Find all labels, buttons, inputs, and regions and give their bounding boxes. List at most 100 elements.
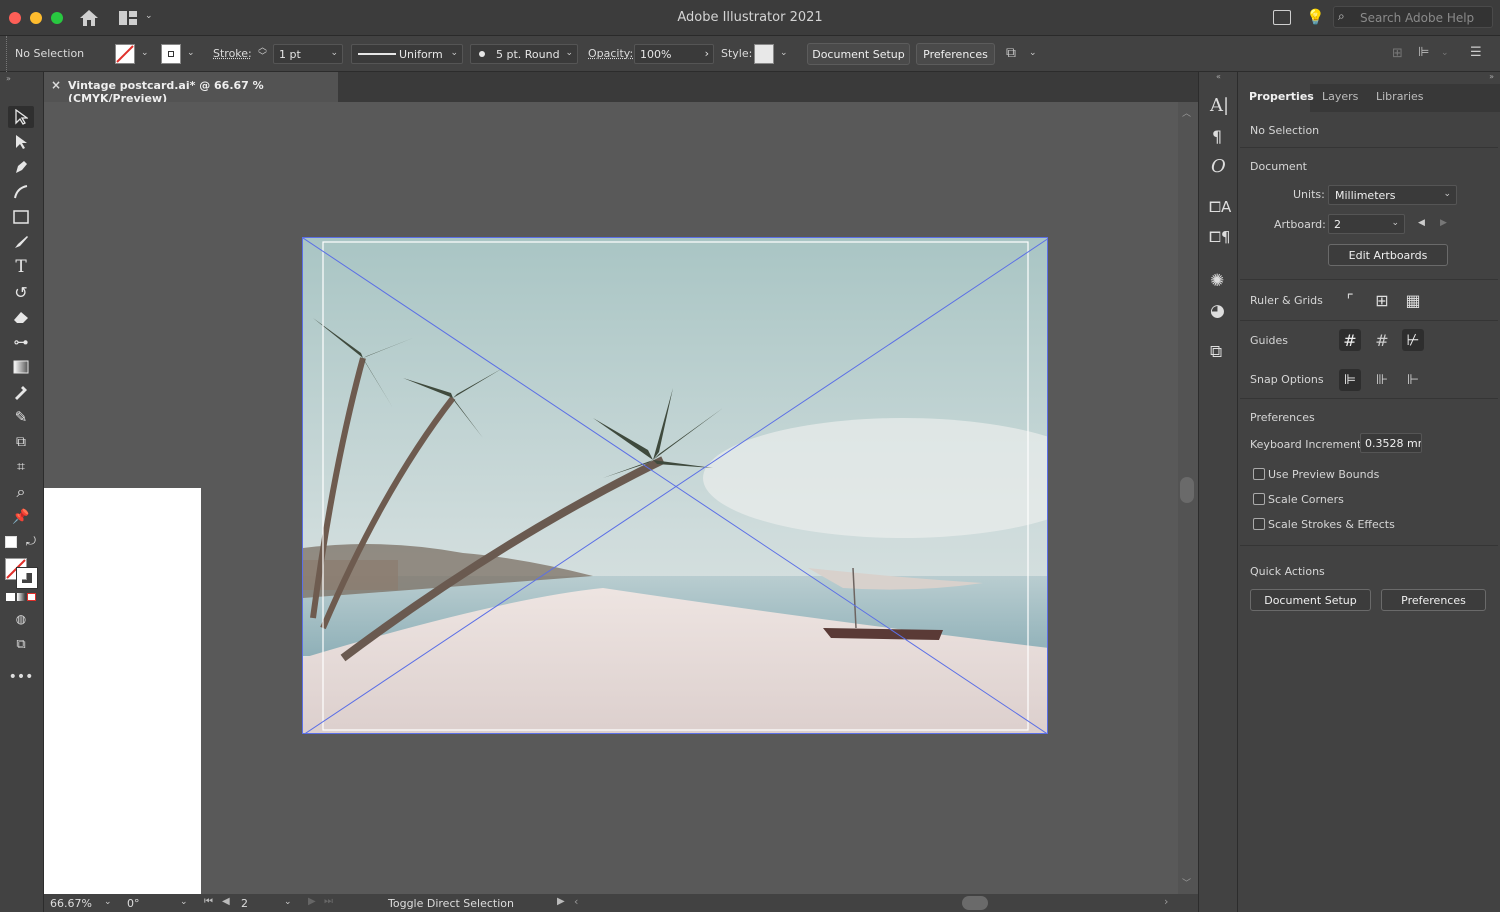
stroke-dropdown-icon[interactable]: ⌄ — [187, 48, 195, 58]
width-tool-icon[interactable]: ⊶ — [8, 331, 34, 353]
opacity-field[interactable]: 100% › — [634, 44, 714, 64]
none-icon[interactable] — [27, 593, 36, 601]
paragraph-styles-icon[interactable]: ⧠¶ — [1209, 228, 1231, 246]
rulers-icon[interactable]: ⌜ — [1339, 289, 1361, 311]
color-mode-icons[interactable] — [6, 593, 36, 601]
zoom-tool-icon[interactable]: ⌕ — [8, 481, 34, 503]
selection-tool-icon[interactable] — [8, 106, 34, 128]
preferences-button[interactable]: Preferences — [916, 43, 995, 65]
fill-swatch[interactable] — [115, 44, 135, 64]
eyedropper-tool-icon[interactable] — [8, 381, 34, 403]
gradient-tool-icon[interactable] — [8, 356, 34, 378]
previous-artboard-icon[interactable]: ◀ — [1418, 218, 1425, 228]
collapse-panels-icon[interactable]: « — [1216, 72, 1221, 81]
artboard-number[interactable]: 2 — [241, 897, 248, 910]
scale-strokes-effects-label[interactable]: Scale Strokes & Effects — [1268, 518, 1395, 531]
zoom-level[interactable]: 66.67% — [50, 897, 92, 910]
chevron-down-icon[interactable]: ⌄ — [104, 897, 112, 907]
first-artboard-icon[interactable]: ⏮ — [204, 896, 213, 907]
type-tool-icon[interactable]: T — [8, 256, 34, 278]
variable-width-profile[interactable]: Uniform ⌄ — [351, 44, 463, 64]
snap-icon[interactable]: ⊫ — [1418, 45, 1429, 60]
collapse-dock-icon[interactable]: » — [1489, 72, 1494, 81]
status-menu-icon[interactable]: ▶ — [557, 896, 565, 907]
stroke-color-icon[interactable] — [16, 567, 38, 589]
graphic-style-swatch[interactable] — [754, 44, 774, 64]
stroke-stepper[interactable]: ︿ ﹀ — [258, 44, 270, 64]
curvature-tool-icon[interactable] — [8, 181, 34, 203]
chevron-down-icon[interactable]: ⌄ — [780, 48, 788, 58]
draw-mode-icon[interactable]: ◍ — [8, 608, 34, 630]
snap-to-grid-icon[interactable]: ⊪ — [1371, 369, 1393, 391]
scroll-right-icon[interactable]: › — [1164, 895, 1168, 908]
eraser-tool-icon[interactable] — [8, 306, 34, 328]
search-input[interactable]: Search Adobe Help — [1360, 11, 1474, 25]
direct-selection-tool-icon[interactable] — [8, 131, 34, 153]
lightbulb-icon[interactable]: 💡 — [1306, 8, 1325, 26]
help-search-box[interactable]: ⌕ Search Adobe Help — [1333, 6, 1493, 28]
quick-preferences-button[interactable]: Preferences — [1381, 589, 1486, 611]
more-tools-icon[interactable]: ••• — [8, 666, 34, 688]
arrange-icon[interactable]: ⧉ — [1006, 45, 1016, 61]
swap-fill-stroke-icon[interactable]: ⤾ — [26, 534, 36, 549]
units-dropdown[interactable]: Millimeters ⌄ — [1328, 185, 1457, 205]
keyboard-increment-input[interactable]: 0.3528 mr — [1360, 433, 1422, 453]
snap-to-point-icon[interactable]: ⊫ — [1339, 369, 1361, 391]
grid-icon[interactable]: ⊞ — [1371, 289, 1393, 311]
document-tab[interactable]: × Vintage postcard.ai* @ 66.67 % (CMYK/P… — [44, 72, 338, 105]
gradient-icon[interactable] — [16, 593, 26, 601]
chevron-down-icon[interactable]: ⌄ — [180, 897, 188, 907]
blend-tool-icon[interactable]: ✎ — [8, 406, 34, 428]
align-icon[interactable]: ⊞ — [1392, 46, 1403, 61]
vertical-scrollbar[interactable]: ︿ ﹀ — [1178, 102, 1196, 894]
scale-strokes-effects-checkbox[interactable] — [1253, 518, 1265, 530]
opacity-label[interactable]: Opacity: — [588, 47, 633, 60]
document-setup-button[interactable]: Document Setup — [807, 43, 910, 65]
previous-artboard-icon[interactable]: ◀ — [222, 896, 230, 907]
expand-toolbar-icon[interactable]: » — [6, 74, 11, 83]
paragraph-panel-icon[interactable]: ¶ — [1212, 127, 1222, 146]
show-guides-icon[interactable]: # — [1339, 329, 1361, 351]
vertical-scroll-thumb[interactable] — [1180, 477, 1194, 503]
shape-builder-tool-icon[interactable]: ⧉ — [8, 431, 34, 453]
color-icon[interactable] — [6, 593, 15, 601]
pin-tool-icon[interactable]: 📌 — [8, 506, 34, 528]
fill-dropdown-icon[interactable]: ⌄ — [141, 48, 149, 58]
artboard-tool-icon[interactable]: ⌗ — [8, 456, 34, 478]
next-artboard-icon[interactable]: ▶ — [308, 896, 316, 907]
lock-guides-icon[interactable]: # — [1371, 329, 1393, 351]
scale-corners-checkbox[interactable] — [1253, 493, 1265, 505]
artboard-1[interactable] — [44, 488, 201, 894]
stroke-label[interactable]: Stroke: — [213, 47, 252, 60]
opentype-panel-icon[interactable]: O — [1211, 156, 1226, 177]
appearance-icon[interactable]: ✺ — [1210, 271, 1224, 291]
graphic-styles-icon[interactable]: ◕ — [1210, 301, 1225, 321]
character-panel-icon[interactable]: A| — [1210, 95, 1229, 116]
drag-handle[interactable] — [6, 36, 9, 72]
chevron-down-icon[interactable]: ⌄ — [284, 897, 292, 907]
artboard-dropdown[interactable]: 2 ⌄ — [1328, 214, 1405, 234]
scroll-down-icon[interactable]: ﹀ — [1182, 876, 1191, 889]
next-artboard-icon[interactable]: ▶ — [1440, 218, 1447, 228]
close-tab-icon[interactable]: × — [51, 78, 61, 92]
rotate-tool-icon[interactable]: ↺ — [8, 281, 34, 303]
rectangle-tool-icon[interactable] — [8, 206, 34, 228]
default-fill-stroke-icon[interactable] — [5, 536, 17, 548]
chevron-down-icon[interactable]: ⌄ — [1441, 48, 1449, 58]
paintbrush-tool-icon[interactable] — [8, 231, 34, 253]
chevron-down-icon[interactable]: ⌄ — [1029, 48, 1037, 58]
rotation-value[interactable]: 0° — [127, 897, 140, 910]
screen-mode-icon[interactable]: ⧉ — [8, 633, 34, 655]
snap-to-pixel-icon[interactable]: ⊩ — [1402, 369, 1424, 391]
tab-libraries[interactable]: Libraries — [1376, 90, 1424, 103]
edit-artboards-button[interactable]: Edit Artboards — [1328, 244, 1448, 266]
artboard-2-postcard-image[interactable] — [302, 237, 1048, 734]
tab-properties[interactable]: Properties — [1249, 90, 1314, 103]
last-artboard-icon[interactable]: ⏭ — [324, 896, 333, 907]
use-preview-bounds-checkbox[interactable] — [1253, 468, 1265, 480]
arrange-documents-icon[interactable] — [1273, 10, 1291, 25]
character-styles-icon[interactable]: ⧠A — [1209, 198, 1231, 216]
transparency-grid-icon[interactable]: ▦ — [1402, 289, 1424, 311]
quick-document-setup-button[interactable]: Document Setup — [1250, 589, 1371, 611]
brush-definition[interactable]: 5 pt. Round ⌄ — [470, 44, 578, 64]
